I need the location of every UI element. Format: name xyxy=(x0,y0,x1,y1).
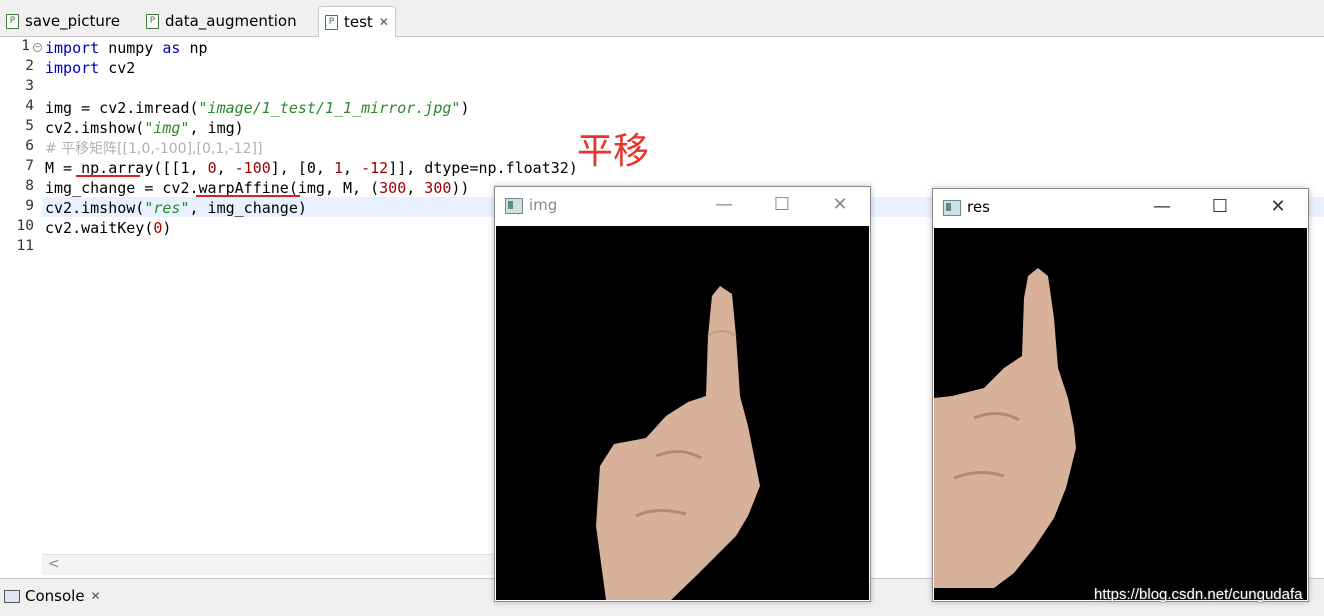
code-line-2: import cv2 xyxy=(45,59,136,77)
close-icon[interactable]: ✕ xyxy=(1265,195,1291,219)
line-number: 11 xyxy=(16,238,34,254)
tab-label: data_augmention xyxy=(165,12,297,30)
line-number: 10 xyxy=(16,218,34,234)
close-tab-icon[interactable]: ✕ xyxy=(91,589,101,603)
image-canvas xyxy=(496,226,869,600)
minimize-icon[interactable]: — xyxy=(711,193,737,217)
line-number-gutter: − 1 2 3 4 5 6 7 8 9 10 11 xyxy=(0,37,42,577)
line-number: 7 xyxy=(25,158,34,174)
opencv-window-res[interactable]: res — ☐ ✕ xyxy=(932,188,1309,602)
python-file-icon: P xyxy=(325,14,338,30)
opencv-window-img[interactable]: img — ☐ ✕ xyxy=(494,186,871,602)
code-line-10: cv2.waitKey(0) xyxy=(45,219,172,237)
red-underline-annotation xyxy=(76,175,140,177)
tab-console[interactable]: Console ✕ xyxy=(4,587,101,605)
window-app-icon xyxy=(943,200,961,216)
line-number: 5 xyxy=(25,118,34,134)
line-number: 6 xyxy=(25,138,34,154)
watermark: https://blog.csdn.net/cungudafa xyxy=(1094,586,1303,603)
close-icon[interactable]: ✕ xyxy=(827,193,853,217)
tab-save-picture[interactable]: P save_picture xyxy=(6,7,120,35)
line-number: 3 xyxy=(25,78,34,94)
line-number: 1 xyxy=(21,38,30,54)
window-app-icon xyxy=(505,198,523,214)
line-number: 2 xyxy=(25,58,34,74)
python-file-icon: P xyxy=(146,13,159,29)
window-titlebar[interactable]: res — ☐ ✕ xyxy=(933,189,1308,227)
horizontal-scrollbar[interactable]: < xyxy=(42,554,494,575)
image-canvas xyxy=(934,228,1307,600)
scroll-left-icon[interactable]: < xyxy=(48,556,60,572)
line-number: 9 xyxy=(25,198,34,214)
tab-test[interactable]: P test ✕ xyxy=(318,6,396,37)
hand-image xyxy=(596,286,760,600)
tab-data-augmention[interactable]: P data_augmention xyxy=(146,7,297,35)
window-titlebar[interactable]: img — ☐ ✕ xyxy=(495,187,870,225)
code-line-5: cv2.imshow("img", img) xyxy=(45,119,244,137)
window-title: img xyxy=(529,196,558,214)
minimize-icon[interactable]: — xyxy=(1149,195,1175,219)
handwritten-annotation: 平移 xyxy=(577,131,650,172)
line-number: 8 xyxy=(25,178,34,194)
console-icon xyxy=(4,589,20,603)
editor-tab-bar: P save_picture P data_augmention P test … xyxy=(0,0,1324,37)
code-line-6: # 平移矩阵[[1,0,-100],[0,1,-12]] xyxy=(45,141,263,157)
python-file-icon: P xyxy=(6,13,19,29)
maximize-icon[interactable]: ☐ xyxy=(1207,195,1233,219)
red-underline-annotation xyxy=(196,195,300,197)
window-title: res xyxy=(967,198,990,216)
fold-toggle-icon[interactable]: − xyxy=(33,43,42,52)
close-tab-icon[interactable]: ✕ xyxy=(379,15,389,29)
tab-label: test xyxy=(344,13,373,31)
code-line-4: img = cv2.imread("image/1_test/1_1_mirro… xyxy=(45,99,470,117)
code-line-9: cv2.imshow("res", img_change) xyxy=(45,199,307,217)
tab-label: save_picture xyxy=(25,12,121,30)
line-number: 4 xyxy=(25,98,34,114)
hand-image-translated xyxy=(934,268,1076,588)
code-line-1: import numpy as np xyxy=(45,39,208,57)
maximize-icon[interactable]: ☐ xyxy=(769,193,795,217)
console-tab-label: Console xyxy=(25,587,85,605)
